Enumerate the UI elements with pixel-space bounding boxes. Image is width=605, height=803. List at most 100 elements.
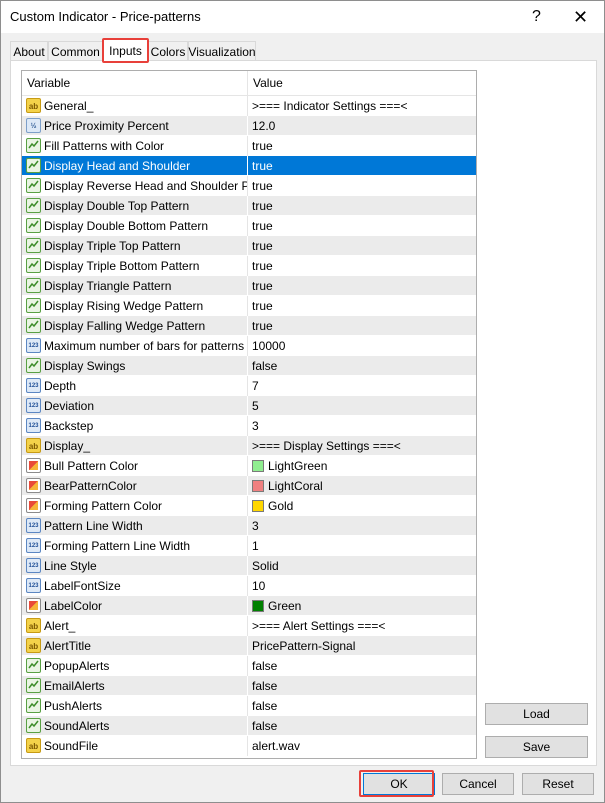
variable-cell[interactable]: ½ Price Proximity Percent <box>22 116 248 136</box>
variable-cell[interactable]: Display Reverse Head and Shoulder Pat... <box>22 176 248 196</box>
column-header-variable[interactable]: Variable <box>22 71 248 96</box>
tab-inputs[interactable]: Inputs <box>103 39 148 61</box>
tab-common[interactable]: Common <box>48 41 103 61</box>
grid-row[interactable]: 123 Pattern Line Width 3 <box>22 516 476 536</box>
variable-cell[interactable]: Display Head and Shoulder <box>22 156 248 176</box>
value-cell[interactable]: LightCoral <box>248 476 476 496</box>
grid-row[interactable]: PopupAlerts false <box>22 656 476 676</box>
value-cell[interactable]: 12.0 <box>248 116 476 136</box>
grid-row[interactable]: Display Triangle Pattern true <box>22 276 476 296</box>
variable-cell[interactable]: Fill Patterns with Color <box>22 136 248 156</box>
grid-row[interactable]: LabelColor Green <box>22 596 476 616</box>
value-cell[interactable]: true <box>248 296 476 316</box>
grid-row[interactable]: 123 Depth 7 <box>22 376 476 396</box>
variable-cell[interactable]: 123 Deviation <box>22 396 248 416</box>
variable-cell[interactable]: Display Rising Wedge Pattern <box>22 296 248 316</box>
grid-row[interactable]: 123 Line Style Solid <box>22 556 476 576</box>
value-cell[interactable]: false <box>248 356 476 376</box>
variable-cell[interactable]: 123 Forming Pattern Line Width <box>22 536 248 556</box>
value-cell[interactable]: true <box>248 316 476 336</box>
value-cell[interactable]: true <box>248 276 476 296</box>
grid-row[interactable]: Forming Pattern Color Gold <box>22 496 476 516</box>
value-cell[interactable]: true <box>248 176 476 196</box>
variable-cell[interactable]: Display Triple Bottom Pattern <box>22 256 248 276</box>
cancel-button[interactable]: Cancel <box>442 773 514 795</box>
value-cell[interactable]: false <box>248 656 476 676</box>
variable-cell[interactable]: ab SoundFile <box>22 736 248 756</box>
grid-row[interactable]: Bull Pattern Color LightGreen <box>22 456 476 476</box>
variable-cell[interactable]: ab AlertTitle <box>22 636 248 656</box>
value-cell[interactable]: 3 <box>248 516 476 536</box>
variable-cell[interactable]: 123 Line Style <box>22 556 248 576</box>
variable-cell[interactable]: 123 Depth <box>22 376 248 396</box>
help-button[interactable]: ? <box>514 1 559 33</box>
grid-row[interactable]: ½ Price Proximity Percent 12.0 <box>22 116 476 136</box>
grid-row[interactable]: Display Double Top Pattern true <box>22 196 476 216</box>
variable-cell[interactable]: 123 Backstep <box>22 416 248 436</box>
grid-row[interactable]: 123 Forming Pattern Line Width 1 <box>22 536 476 556</box>
value-cell[interactable]: PricePattern-Signal <box>248 636 476 656</box>
variable-cell[interactable]: ab Alert_ <box>22 616 248 636</box>
grid-row[interactable]: Display Triple Bottom Pattern true <box>22 256 476 276</box>
column-header-value[interactable]: Value <box>248 71 476 96</box>
grid-row[interactable]: Display Double Bottom Pattern true <box>22 216 476 236</box>
value-cell[interactable]: true <box>248 256 476 276</box>
variable-cell[interactable]: Display Double Top Pattern <box>22 196 248 216</box>
variable-cell[interactable]: Display Double Bottom Pattern <box>22 216 248 236</box>
value-cell[interactable]: 7 <box>248 376 476 396</box>
value-cell[interactable]: Gold <box>248 496 476 516</box>
variable-cell[interactable]: EmailAlerts <box>22 676 248 696</box>
value-cell[interactable]: true <box>248 196 476 216</box>
grid-row[interactable]: Fill Patterns with Color true <box>22 136 476 156</box>
grid-row[interactable]: SoundAlerts false <box>22 716 476 736</box>
grid-row[interactable]: Display Swings false <box>22 356 476 376</box>
grid-row[interactable]: Display Triple Top Pattern true <box>22 236 476 256</box>
grid-row[interactable]: 123 Backstep 3 <box>22 416 476 436</box>
variable-cell[interactable]: PopupAlerts <box>22 656 248 676</box>
grid-row[interactable]: Display Reverse Head and Shoulder Pat...… <box>22 176 476 196</box>
value-cell[interactable]: Solid <box>248 556 476 576</box>
grid-row[interactable]: PushAlerts false <box>22 696 476 716</box>
grid-row[interactable]: 123 Maximum number of bars for patterns s… <box>22 336 476 356</box>
variable-cell[interactable]: Display Swings <box>22 356 248 376</box>
variable-cell[interactable]: ab General_ <box>22 96 248 116</box>
value-cell[interactable]: >=== Alert Settings ===< <box>248 616 476 636</box>
grid-row[interactable]: ab General_ >=== Indicator Settings ===< <box>22 96 476 116</box>
variable-cell[interactable]: LabelColor <box>22 596 248 616</box>
variable-cell[interactable]: Display Triangle Pattern <box>22 276 248 296</box>
value-cell[interactable]: Green <box>248 596 476 616</box>
load-button[interactable]: Load <box>485 703 588 725</box>
value-cell[interactable]: true <box>248 216 476 236</box>
tab-visualization[interactable]: Visualization <box>188 41 256 61</box>
variable-cell[interactable]: Forming Pattern Color <box>22 496 248 516</box>
value-cell[interactable]: 5 <box>248 396 476 416</box>
reset-button[interactable]: Reset <box>522 773 594 795</box>
variable-cell[interactable]: BearPatternColor <box>22 476 248 496</box>
variable-cell[interactable]: Bull Pattern Color <box>22 456 248 476</box>
variable-cell[interactable]: ab Display_ <box>22 436 248 456</box>
close-button[interactable]: ✕ <box>558 1 603 33</box>
variable-cell[interactable]: 123 Maximum number of bars for patterns s… <box>22 336 248 356</box>
variable-cell[interactable]: 123 LabelFontSize <box>22 576 248 596</box>
grid-row[interactable]: ab Alert_ >=== Alert Settings ===< <box>22 616 476 636</box>
variable-cell[interactable]: SoundAlerts <box>22 716 248 736</box>
value-cell[interactable]: >=== Display Settings ===< <box>248 436 476 456</box>
grid-row[interactable]: BearPatternColor LightCoral <box>22 476 476 496</box>
value-cell[interactable]: 10000 <box>248 336 476 356</box>
value-cell[interactable]: false <box>248 676 476 696</box>
variable-cell[interactable]: PushAlerts <box>22 696 248 716</box>
value-cell[interactable]: false <box>248 716 476 736</box>
grid-row[interactable]: ab AlertTitle PricePattern-Signal <box>22 636 476 656</box>
grid-row[interactable]: ab SoundFile alert.wav <box>22 736 476 756</box>
value-cell[interactable]: 10 <box>248 576 476 596</box>
value-cell[interactable]: LightGreen <box>248 456 476 476</box>
variable-cell[interactable]: Display Falling Wedge Pattern <box>22 316 248 336</box>
grid-row[interactable]: 123 LabelFontSize 10 <box>22 576 476 596</box>
tab-about[interactable]: About <box>10 41 48 61</box>
value-cell[interactable]: 3 <box>248 416 476 436</box>
value-cell[interactable]: true <box>248 136 476 156</box>
value-cell[interactable]: 1 <box>248 536 476 556</box>
grid-row[interactable]: Display Rising Wedge Pattern true <box>22 296 476 316</box>
grid-row[interactable]: EmailAlerts false <box>22 676 476 696</box>
grid-row[interactable]: 123 Deviation 5 <box>22 396 476 416</box>
